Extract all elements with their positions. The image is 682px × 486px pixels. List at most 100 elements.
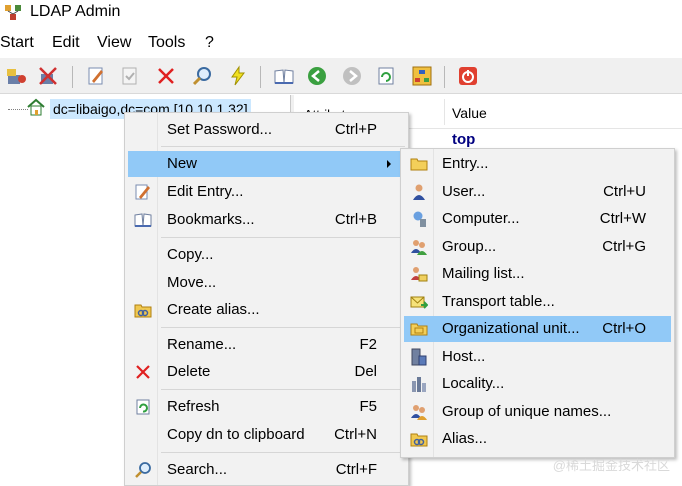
submenu-item-entry[interactable]: Entry... [404, 151, 671, 177]
menu-item-delete[interactable]: Delete Del [128, 359, 405, 385]
col-divider [444, 99, 445, 125]
window-title: LDAP Admin [30, 3, 121, 20]
menu-item-shortcut: Del [354, 363, 377, 380]
menu-item-move[interactable]: Move... [128, 270, 405, 296]
submenu-item-host[interactable]: Host... [404, 344, 671, 370]
menu-tools[interactable]: Tools [148, 34, 185, 52]
menu-separator [161, 327, 405, 328]
menu-item-label: Rename... [167, 336, 237, 353]
submenu-item-shortcut: Ctrl+G [602, 238, 646, 255]
submenu-arrow-icon [387, 160, 391, 168]
submenu-item-label: Host... [442, 348, 486, 365]
disconnect-icon[interactable] [36, 64, 60, 88]
submenu-item-computer[interactable]: Computer... Ctrl+W [404, 206, 671, 232]
user-icon [409, 182, 429, 202]
search-icon [133, 460, 153, 480]
back-icon[interactable] [305, 64, 329, 88]
submenu-item-user[interactable]: User... Ctrl+U [404, 179, 671, 205]
menu-item-label: Move... [167, 274, 217, 291]
toolbar [0, 58, 682, 94]
connect-icon[interactable] [4, 64, 28, 88]
menu-view[interactable]: View [97, 34, 131, 52]
menu-start[interactable]: Start [0, 34, 34, 52]
menu-item-refresh[interactable]: Refresh F5 [128, 394, 405, 420]
menu-item-search[interactable]: Search... Ctrl+F [128, 457, 405, 483]
submenu-item-transport-table[interactable]: Transport table... [404, 289, 671, 315]
menu-item-copy-dn[interactable]: Copy dn to clipboard Ctrl+N [128, 422, 405, 448]
menu-item-shortcut: Ctrl+N [334, 426, 377, 443]
toolbar-separator [72, 66, 73, 88]
refresh-icon [133, 397, 153, 417]
menu-item-edit-entry[interactable]: Edit Entry... [128, 179, 405, 205]
menu-item-shortcut: Ctrl+P [334, 121, 377, 138]
exit-icon[interactable] [456, 64, 480, 88]
menu-item-shortcut: F5 [359, 398, 377, 415]
delete-icon [133, 362, 153, 382]
submenu-item-locality[interactable]: Locality... [404, 371, 671, 397]
submenu-item-group[interactable]: Group... Ctrl+G [404, 234, 671, 260]
submenu-item-mailing-list[interactable]: Mailing list... [404, 261, 671, 287]
grid-cell-value[interactable]: top [452, 131, 475, 148]
new-submenu: Entry... User... Ctrl+U Computer... Ctrl… [400, 148, 675, 458]
submenu-item-alias[interactable]: Alias... [404, 426, 671, 452]
menu-item-copy[interactable]: Copy... [128, 242, 405, 268]
col-value[interactable]: Value [452, 105, 487, 121]
search-icon[interactable] [190, 64, 214, 88]
menu-item-label: Delete [167, 363, 211, 380]
menu-item-label: Edit Entry... [167, 183, 244, 200]
watermark: @稀土掘金技术社区 [552, 458, 670, 473]
submenu-item-label: Mailing list... [442, 265, 525, 282]
menu-item-label: Create alias... [167, 301, 260, 318]
home-icon [26, 97, 46, 121]
refresh-icon[interactable] [374, 64, 398, 88]
submenu-item-group-of-unique-names[interactable]: Group of unique names... [404, 399, 671, 425]
forward-icon[interactable] [340, 64, 364, 88]
menu-item-create-alias[interactable]: Create alias... [128, 297, 405, 323]
menu-edit[interactable]: Edit [52, 34, 80, 52]
submenu-item-label: Group of unique names... [442, 403, 612, 420]
locality-icon [409, 374, 429, 394]
schema-icon[interactable] [410, 64, 434, 88]
menu-item-label: Bookmarks... [167, 211, 255, 228]
menu-help[interactable]: ? [205, 34, 214, 52]
unique-group-icon [409, 402, 429, 422]
menu-separator [161, 237, 405, 238]
menu-item-shortcut: F2 [359, 336, 377, 353]
app-icon [4, 4, 22, 22]
submenu-item-shortcut: Ctrl+U [603, 183, 646, 200]
alias-icon [409, 429, 429, 449]
submenu-item-label: Alias... [442, 430, 488, 447]
title-bar: LDAP Admin [0, 0, 682, 28]
menu-item-new[interactable]: New [128, 151, 405, 177]
tree-connector [8, 109, 28, 110]
menu-separator [161, 389, 405, 390]
menu-item-shortcut: Ctrl+B [334, 211, 377, 228]
toolbar-separator [260, 66, 261, 88]
transport-icon [409, 292, 429, 312]
alias-icon [133, 300, 153, 320]
menu-separator [161, 146, 405, 147]
bookmarks-icon[interactable] [272, 64, 296, 88]
ou-folder-icon [409, 319, 429, 339]
menu-item-label: Search... [167, 461, 228, 478]
submenu-item-label: Computer... [442, 210, 520, 227]
menu-item-set-password[interactable]: Set Password... Ctrl+P [128, 117, 405, 143]
group-icon [409, 237, 429, 257]
edit-icon[interactable] [84, 64, 108, 88]
submenu-item-organizational-unit[interactable]: Organizational unit... Ctrl+O [404, 316, 671, 342]
submenu-item-label: Transport table... [442, 293, 555, 310]
context-menu: Set Password... Ctrl+P New Edit Entry...… [124, 112, 409, 486]
submenu-item-shortcut: Ctrl+W [599, 210, 646, 227]
submenu-item-label: User... [442, 183, 486, 200]
lightning-icon[interactable] [226, 64, 250, 88]
menu-item-bookmarks[interactable]: Bookmarks... Ctrl+B [128, 207, 405, 233]
mailing-list-icon [409, 264, 429, 284]
menu-separator [161, 452, 405, 453]
check-icon[interactable] [118, 64, 142, 88]
menu-item-shortcut: Ctrl+F [335, 461, 377, 478]
menu-item-label: New [167, 155, 198, 172]
menu-item-label: Set Password... [167, 121, 273, 138]
menu-item-rename[interactable]: Rename... F2 [128, 332, 405, 358]
submenu-item-shortcut: Ctrl+O [602, 320, 646, 337]
delete-icon[interactable] [154, 64, 178, 88]
